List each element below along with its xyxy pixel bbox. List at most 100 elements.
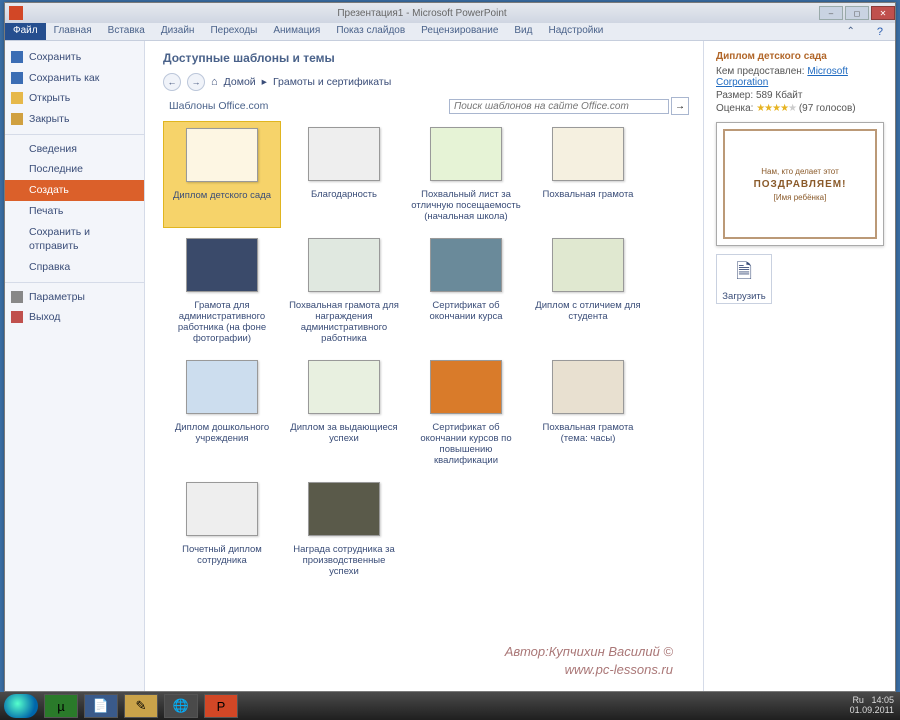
template-thumbnail — [308, 360, 380, 414]
section-label: Шаблоны Office.com — [163, 98, 274, 114]
template-thumbnail — [430, 238, 502, 292]
download-label: Загрузить — [722, 291, 765, 302]
template-item[interactable]: Сертификат об окончании курса — [407, 232, 525, 350]
tab-design[interactable]: Дизайн — [153, 23, 203, 40]
sidebar-open-label: Открыть — [29, 92, 70, 104]
tab-file[interactable]: Файл — [5, 23, 46, 40]
close-button[interactable]: ✕ — [871, 6, 895, 20]
sidebar-saveas[interactable]: Сохранить как — [5, 68, 144, 89]
sidebar-exit[interactable]: Выход — [5, 307, 144, 328]
minimize-button[interactable]: ‒ — [819, 6, 843, 20]
sidebar-new[interactable]: Создать — [5, 180, 144, 201]
tab-transitions[interactable]: Переходы — [202, 23, 265, 40]
template-item[interactable]: Похвальная грамота для награждения админ… — [285, 232, 403, 350]
sidebar-info-label: Сведения — [29, 143, 77, 155]
breadcrumb-home[interactable]: Домой — [224, 76, 256, 88]
template-label: Грамота для административного работника … — [165, 300, 279, 344]
template-item[interactable]: Награда сотрудника за производственные у… — [285, 476, 403, 583]
template-item[interactable]: Диплом детского сада — [163, 121, 281, 228]
ribbon-minimize-icon[interactable]: ⌃ — [838, 24, 862, 39]
document-title: Презентация1 - Microsoft PowerPoint — [27, 8, 817, 19]
size-label: Размер: — [716, 90, 753, 101]
template-item[interactable]: Грамота для административного работника … — [163, 232, 281, 350]
template-preview: Нам, кто делает этот ПОЗДРАВЛЯЕМ! [Имя р… — [716, 122, 884, 246]
rating-stars: ★★★★★ — [756, 103, 796, 114]
search-go-button[interactable]: → — [671, 97, 689, 115]
titlebar: Презентация1 - Microsoft PowerPoint ‒ ◻ … — [5, 3, 895, 23]
templates-grid-scroll[interactable]: Диплом детского сада Благодарность Похваль… — [163, 121, 689, 681]
template-item[interactable]: Почетный диплом сотрудника — [163, 476, 281, 583]
maximize-button[interactable]: ◻ — [845, 6, 869, 20]
template-thumbnail — [186, 128, 258, 182]
nav-fwd-button[interactable]: → — [187, 73, 205, 91]
template-thumbnail — [308, 482, 380, 536]
template-item[interactable]: Сертификат об окончании курсов по повыше… — [407, 354, 525, 472]
start-button[interactable] — [4, 694, 38, 718]
sidebar-close-label: Закрыть — [29, 113, 69, 125]
sidebar-print[interactable]: Печать — [5, 201, 144, 222]
taskbar-app-3[interactable]: ✎ — [124, 694, 158, 718]
watermark: Автор:Купчихин Василий © www.pc-lessons.… — [505, 643, 673, 679]
taskbar-app-5[interactable]: P — [204, 694, 238, 718]
app-window: Презентация1 - Microsoft PowerPoint ‒ ◻ … — [4, 2, 896, 692]
sidebar-recent[interactable]: Последние — [5, 159, 144, 180]
sidebar-help[interactable]: Справка — [5, 257, 144, 278]
template-label: Похвальная грамота для награждения админ… — [287, 300, 401, 344]
template-label: Почетный диплом сотрудника — [165, 544, 279, 566]
nav-back-button[interactable]: ← — [163, 73, 181, 91]
template-thumbnail — [552, 238, 624, 292]
open-icon — [11, 92, 23, 104]
search-input[interactable] — [449, 99, 669, 114]
breadcrumb-category[interactable]: Грамоты и сертификаты — [273, 76, 391, 88]
sidebar-close[interactable]: Закрыть — [5, 109, 144, 130]
template-item[interactable]: Похвальный лист за отличную посещаемость… — [407, 121, 525, 228]
detail-pane: Диплом детского сада Кем предоставлен: M… — [703, 41, 895, 691]
download-button[interactable]: 🗎 Загрузить — [716, 254, 772, 304]
tray-date: 01.09.2011 — [850, 705, 894, 715]
votes-count: (97 голосов) — [799, 103, 856, 114]
home-icon[interactable]: ⌂ — [211, 76, 218, 88]
template-label: Сертификат об окончании курса — [409, 300, 523, 322]
tab-addins[interactable]: Надстройки — [540, 23, 611, 40]
tab-slideshow[interactable]: Показ слайдов — [328, 23, 413, 40]
sidebar-share[interactable]: Сохранить и отправить — [5, 222, 144, 257]
template-item[interactable]: Похвальная грамота (тема: часы) — [529, 354, 647, 472]
tab-insert[interactable]: Вставка — [100, 23, 153, 40]
document-icon: 🗎 — [736, 257, 752, 291]
template-label: Благодарность — [287, 189, 401, 200]
tray-lang[interactable]: Ru — [852, 695, 864, 705]
template-item[interactable]: Диплом за выдающиеся успехи — [285, 354, 403, 472]
detail-title: Диплом детского сада — [716, 51, 883, 62]
divider — [5, 134, 144, 135]
sidebar-options[interactable]: Параметры — [5, 287, 144, 308]
template-item[interactable]: Похвальная грамота — [529, 121, 647, 228]
tab-view[interactable]: Вид — [506, 23, 540, 40]
tab-animations[interactable]: Анимация — [265, 23, 328, 40]
sidebar-print-label: Печать — [29, 205, 63, 217]
exit-icon — [11, 311, 23, 323]
template-thumbnail — [430, 360, 502, 414]
tab-review[interactable]: Рецензирование — [413, 23, 506, 40]
taskbar-app-2[interactable]: 📄 — [84, 694, 118, 718]
taskbar-app-4[interactable]: 🌐 — [164, 694, 198, 718]
taskbar-app-1[interactable]: µ — [44, 694, 78, 718]
save-icon — [11, 51, 23, 63]
rating-label: Оценка: — [716, 103, 753, 114]
sidebar-info[interactable]: Сведения — [5, 139, 144, 160]
template-item[interactable]: Благодарность — [285, 121, 403, 228]
breadcrumb: ← → ⌂ Домой ▸ Грамоты и сертификаты — [163, 73, 689, 91]
sidebar-new-label: Создать — [29, 184, 69, 196]
template-label: Диплом дошкольного учреждения — [165, 422, 279, 444]
template-item[interactable]: Диплом дошкольного учреждения — [163, 354, 281, 472]
sidebar-save[interactable]: Сохранить — [5, 47, 144, 68]
help-icon[interactable]: ? — [869, 24, 891, 40]
system-tray[interactable]: Ru 14:05 01.09.2011 — [850, 696, 900, 716]
panel-heading: Доступные шаблоны и темы — [163, 51, 689, 65]
site-line: www.pc-lessons.ru — [505, 661, 673, 679]
sidebar-help-label: Справка — [29, 261, 70, 273]
tab-home[interactable]: Главная — [46, 23, 100, 40]
template-label: Диплом за выдающиеся успехи — [287, 422, 401, 444]
template-label: Похвальная грамота (тема: часы) — [531, 422, 645, 444]
template-item[interactable]: Диплом с отличием для студента — [529, 232, 647, 350]
sidebar-open[interactable]: Открыть — [5, 88, 144, 109]
